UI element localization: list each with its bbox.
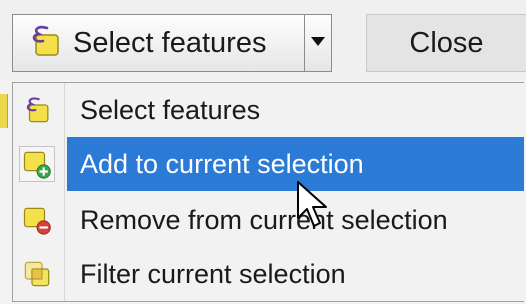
dropdown-toggle-button[interactable] (304, 14, 332, 72)
menu-item-label: Select features (80, 94, 261, 125)
background-fragment (0, 94, 8, 128)
menu-item-filter-selection[interactable]: Filter current selection (13, 247, 524, 301)
selection-menu: Select features Add to current selection… (12, 82, 524, 302)
menu-item-label: Remove from current selection (80, 204, 448, 235)
mouse-pointer-icon (296, 180, 330, 235)
menu-item-label: Filter current selection (80, 258, 346, 289)
menu-item-label: Add to current selection (80, 148, 364, 179)
add-selection-icon (19, 146, 55, 182)
select-features-icon (19, 92, 55, 128)
remove-selection-icon (19, 202, 55, 238)
menu-item-add-to-selection[interactable]: Add to current selection (13, 137, 524, 191)
menu-item-select-features[interactable]: Select features (13, 83, 524, 137)
select-features-button[interactable]: Select features (12, 14, 304, 72)
filter-selection-icon (19, 256, 55, 292)
chevron-down-icon (310, 34, 326, 52)
menu-item-remove-from-selection[interactable]: Remove from current selection (13, 193, 524, 247)
select-features-button-label: Select features (73, 26, 267, 59)
close-button[interactable]: Close (366, 14, 526, 72)
toolbar: Select features Close (0, 0, 526, 80)
select-features-icon (27, 23, 63, 64)
